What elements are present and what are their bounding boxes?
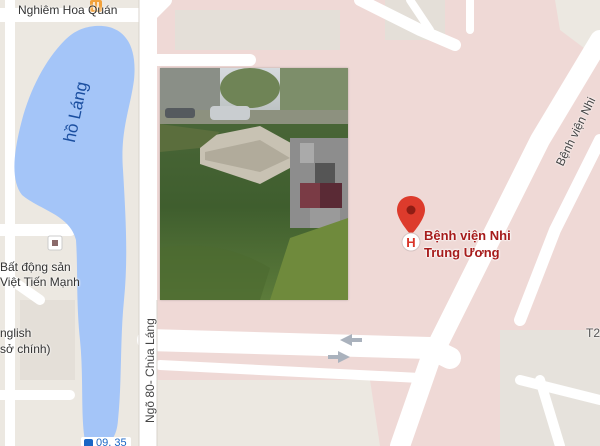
place-photo[interactable] [160,68,348,300]
hospital-label[interactable]: Bệnh viện Nhi Trung Ương [424,227,511,261]
real-estate-label-line2[interactable]: Việt Tiến Mạnh [0,275,80,289]
partial-label-english[interactable]: nglish [0,326,31,340]
partial-label-head-office[interactable]: sở chính) [0,342,51,356]
photo-image [160,68,348,300]
bus-stop-badge[interactable]: 09, 35 [81,437,131,446]
svg-text:H: H [406,235,415,250]
building-block [20,300,75,380]
real-estate-icon[interactable] [47,235,63,251]
bus-icon [84,438,93,446]
hospital-label-line1: Bệnh viện Nhi [424,228,511,243]
real-estate-label-line1[interactable]: Bất động sản [0,260,71,274]
road-label-ngo-80: Ngõ 80- Chùa Láng [143,318,157,423]
restaurant-label[interactable]: Nghiêm Hoa Quán [18,3,117,17]
partial-label-t2: T2 [586,326,600,340]
map-canvas[interactable]: H Nghiêm Hoa Quán hồ Láng Bất động sản V… [0,0,600,446]
bus-routes-label: 09, 35 [96,437,127,446]
hospital-label-line2: Trung Ương [424,245,500,260]
hospital-h-icon: H [401,232,421,252]
building-block [175,10,340,50]
